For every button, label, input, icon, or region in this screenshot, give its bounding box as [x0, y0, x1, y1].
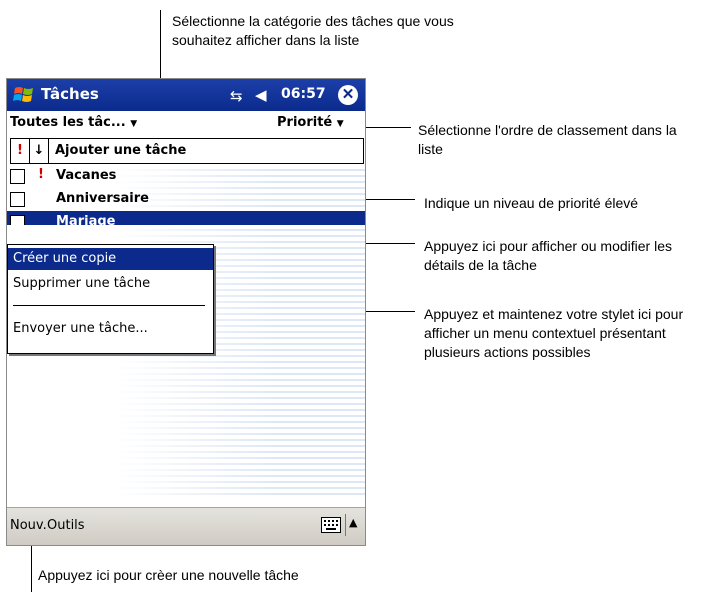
- sort-dropdown[interactable]: Priorité ▼: [277, 115, 344, 130]
- menu-item-delete[interactable]: Supprimer une tâche: [8, 273, 213, 295]
- sort-label: Priorité: [277, 115, 333, 130]
- menu-item-send[interactable]: Envoyer une tâche...: [8, 318, 213, 340]
- sort-order-button[interactable]: ↓: [30, 139, 49, 163]
- menu-separator: [13, 305, 205, 306]
- input-separator: [345, 514, 346, 536]
- app-title: Tâches: [41, 85, 99, 103]
- task-name: Vacanes: [56, 168, 117, 183]
- context-menu: Créer une copie Supprimer une tâche Envo…: [7, 244, 214, 354]
- category-dropdown[interactable]: Toutes les tâc... ▼: [10, 115, 137, 130]
- priority-toggle-button[interactable]: !: [11, 139, 30, 163]
- callout-details: Appuyez ici pour afficher ou modifier le…: [424, 238, 672, 273]
- title-bar: Tâches ⇆ ◀ 06:57 ✕: [7, 79, 365, 111]
- menu-item-copy[interactable]: Créer une copie: [8, 248, 213, 270]
- entry-bar: ! ↓ Ajouter une tâche: [10, 138, 364, 164]
- close-button[interactable]: ✕: [338, 85, 358, 105]
- callout-priority: Indique un niveau de priorité élevé: [424, 195, 639, 211]
- task-name: Anniversaire: [56, 191, 149, 206]
- input-menu-arrow-icon[interactable]: ▲: [349, 516, 357, 529]
- task-checkbox[interactable]: [10, 169, 25, 184]
- high-priority-icon: !: [38, 167, 44, 182]
- pocketpc-screen: Tâches ⇆ ◀ 06:57 ✕ Toutes les tâc... ▼ P…: [6, 78, 366, 546]
- callout-new-task: Appuyez ici pour crèer une nouvelle tâch…: [38, 567, 299, 583]
- task-row-selected[interactable]: Mariage: [7, 211, 365, 225]
- new-button[interactable]: Nouv.: [10, 518, 47, 533]
- tools-menu[interactable]: Outils: [47, 518, 85, 533]
- menu-bar: Nouv. Outils ▲: [7, 507, 365, 545]
- chevron-down-icon: ▼: [336, 119, 344, 129]
- clock-time[interactable]: 06:57: [281, 86, 326, 102]
- filter-bar: Toutes les tâc... ▼ Priorité ▼: [7, 111, 365, 135]
- connectivity-icon[interactable]: ⇆: [230, 87, 243, 105]
- callout-sort: Sélectionne l'ordre de classement dans l…: [418, 122, 677, 157]
- task-checkbox[interactable]: [10, 192, 25, 207]
- callout-context: Appuyez et maintenez votre stylet ici po…: [424, 306, 684, 360]
- keyboard-icon[interactable]: [321, 517, 341, 533]
- task-row[interactable]: Anniversaire: [7, 188, 365, 211]
- callout-category: Sélectionne la catégorie des tâches que …: [172, 13, 454, 48]
- category-label: Toutes les tâc...: [10, 115, 126, 130]
- windows-start-icon[interactable]: [13, 84, 35, 106]
- chevron-down-icon: ▼: [130, 119, 138, 129]
- task-checkbox[interactable]: [10, 215, 25, 225]
- task-name: Mariage: [56, 214, 116, 225]
- speaker-icon[interactable]: ◀: [255, 86, 267, 104]
- task-row[interactable]: ! Vacanes: [7, 165, 365, 188]
- add-task-input[interactable]: Ajouter une tâche: [55, 143, 186, 158]
